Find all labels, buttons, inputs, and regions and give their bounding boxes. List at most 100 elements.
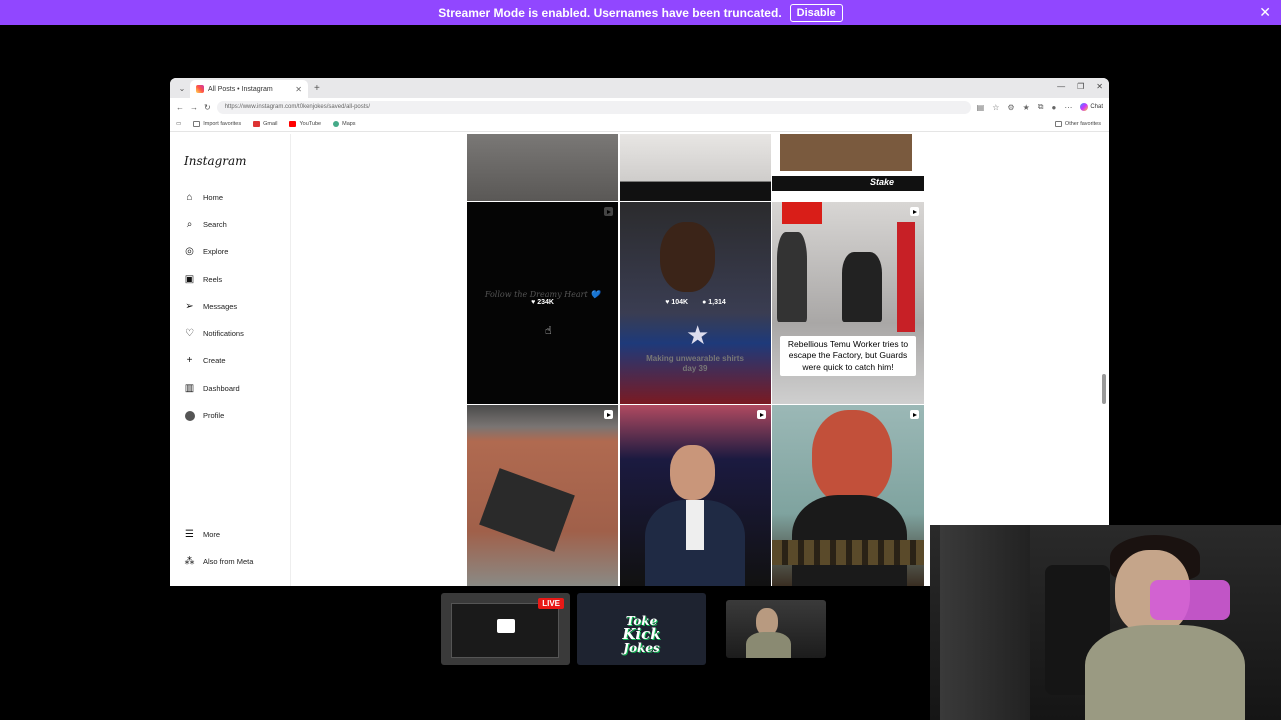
nav-create[interactable]: + Create xyxy=(184,355,226,366)
instagram-page: Instagram ⌂ Home ⌕ Search ◎ Explore ▣ Reels … xyxy=(170,134,1109,586)
favorites-icon[interactable]: ★ xyxy=(1023,103,1030,112)
instagram-logo[interactable]: Instagram xyxy=(184,154,247,168)
post-stats: ♥ 234K xyxy=(467,299,618,306)
nav-notifications[interactable]: ♡ Notifications xyxy=(184,328,244,339)
nav-label: Profile xyxy=(203,411,225,420)
maps-icon xyxy=(333,120,340,127)
menu-icon[interactable]: ⋯ xyxy=(1064,103,1072,112)
window-controls: — ❐ ✕ xyxy=(1057,82,1103,91)
banner-message: Streamer Mode is enabled. Usernames have… xyxy=(438,5,782,20)
like-count: ♥ 104K xyxy=(665,299,689,306)
nav-profile[interactable]: Profile xyxy=(184,410,224,421)
nav-also-from-meta[interactable]: ⁂ Also from Meta xyxy=(184,556,254,567)
nav-more[interactable]: ☰ More xyxy=(184,529,220,540)
collections-icon[interactable]: ⧉ xyxy=(1038,102,1044,112)
close-icon[interactable]: ✕ xyxy=(1259,4,1271,21)
nav-messages[interactable]: ➢ Messages xyxy=(184,301,237,312)
back-icon[interactable]: ← xyxy=(176,103,184,112)
nav-label: More xyxy=(203,530,221,539)
nav-dashboard[interactable]: ▥ Dashboard xyxy=(184,383,240,394)
url-text: https://www.instagram.com/t0kenjokes/sav… xyxy=(224,104,371,110)
nav-home[interactable]: ⌂ Home xyxy=(184,192,223,203)
post-tile[interactable]: Stake xyxy=(772,134,924,191)
webcam-overlay xyxy=(930,525,1281,720)
messages-icon: ➢ xyxy=(185,301,194,312)
explore-icon: ◎ xyxy=(185,246,194,257)
nav-label: Dashboard xyxy=(203,384,240,393)
post-image xyxy=(812,410,892,505)
refresh-icon[interactable]: ↻ xyxy=(204,103,211,112)
nav-explore[interactable]: ◎ Explore xyxy=(184,246,228,257)
bookmark-label: Import favorites xyxy=(203,120,242,127)
extensions-icon[interactable]: ⚙ xyxy=(1007,103,1014,112)
post-banner: Stake xyxy=(772,176,924,191)
restore-icon[interactable]: ❐ xyxy=(1077,82,1084,91)
post-tile[interactable] xyxy=(772,405,924,586)
profile-icon[interactable]: ● xyxy=(1051,103,1056,112)
toolbar-icons: ▤ ☆ ⚙ ★ ⧉ ● ⋯ Chat xyxy=(977,102,1103,112)
toke-kick-jokes-logo: Toke Kick Jokes xyxy=(577,615,706,654)
folder-icon xyxy=(1054,120,1062,127)
post-tile[interactable]: ♥ 104K ● 1,314 Making unwearable shirts … xyxy=(620,202,771,404)
bookmark-youtube[interactable]: YouTube xyxy=(289,120,321,127)
tab-close-icon[interactable]: ✕ xyxy=(295,85,302,94)
favorite-star-icon[interactable]: ☆ xyxy=(992,103,999,112)
minimize-icon[interactable]: — xyxy=(1057,82,1065,91)
copilot-label: Chat xyxy=(1090,104,1103,110)
post-caption: Making unwearable shirts day 39 xyxy=(646,354,744,374)
mouse-cursor-icon: ☝ xyxy=(545,325,552,337)
scene-thumbnail-webcam[interactable] xyxy=(726,600,826,658)
disable-streamer-mode-button[interactable]: Disable xyxy=(789,3,843,22)
bookmark-label: Maps xyxy=(342,120,356,127)
reel-icon xyxy=(757,410,766,419)
post-tile[interactable]: Rebellious Temu Worker tries to escape t… xyxy=(772,202,924,404)
nav-label: Create xyxy=(203,356,226,365)
scene-thumbnail-logo[interactable]: Toke Kick Jokes xyxy=(577,593,706,665)
address-bar-row: ← → ↻ https://www.instagram.com/t0kenjok… xyxy=(170,98,1109,116)
reader-icon[interactable]: ▤ xyxy=(977,103,985,112)
nav-label: Explore xyxy=(203,247,229,256)
nav-search[interactable]: ⌕ Search xyxy=(184,219,227,230)
nav-label: Search xyxy=(203,220,227,229)
post-tile[interactable]: Follow the Dreamy Heart 💙 ♥ 234K ☝ xyxy=(467,202,618,404)
nav-label: Messages xyxy=(203,302,238,311)
sidebar-toggle-icon[interactable]: ▭ xyxy=(176,121,181,127)
like-value: 234K xyxy=(537,299,554,306)
tab-instagram[interactable]: All Posts • Instagram ✕ xyxy=(190,80,308,98)
comment-count: ● 1,314 xyxy=(702,299,726,306)
new-tab-icon[interactable]: + xyxy=(314,83,320,94)
bookmark-gmail[interactable]: Gmail xyxy=(253,120,277,127)
reels-icon: ▣ xyxy=(184,274,195,285)
nav-reels[interactable]: ▣ Reels xyxy=(184,274,222,285)
other-favorites[interactable]: Other favorites xyxy=(1054,120,1101,127)
copilot-button[interactable]: Chat xyxy=(1080,103,1103,111)
post-image xyxy=(660,222,715,292)
post-caption: Rebellious Temu Worker tries to escape t… xyxy=(780,336,916,377)
search-icon: ⌕ xyxy=(186,219,193,230)
plus-icon: + xyxy=(186,355,193,366)
post-image xyxy=(842,252,882,322)
post-tile[interactable] xyxy=(620,134,771,201)
logo-line: Kick xyxy=(622,625,661,643)
post-image xyxy=(772,540,924,565)
post-tile[interactable] xyxy=(467,134,618,201)
url-field[interactable]: https://www.instagram.com/t0kenjokes/sav… xyxy=(216,100,971,114)
stream-canvas: Streamer Mode is enabled. Usernames have… xyxy=(0,0,1281,720)
bookmark-import-favorites[interactable]: Import favorites xyxy=(193,120,242,127)
gmail-icon xyxy=(253,120,261,127)
post-image xyxy=(686,500,704,550)
post-tile[interactable] xyxy=(620,405,771,586)
bookmark-maps[interactable]: Maps xyxy=(333,120,356,127)
tab-actions-chevron-icon[interactable]: ⌄ xyxy=(174,84,190,93)
browser-window: ⌄ All Posts • Instagram ✕ + — ❐ ✕ ← → ↻ … xyxy=(170,78,1109,586)
avatar-icon xyxy=(184,410,195,421)
post-stats: ♥ 104K ● 1,314 xyxy=(620,299,771,306)
tab-bar: ⌄ All Posts • Instagram ✕ + — ❐ ✕ xyxy=(170,78,1109,98)
copilot-icon xyxy=(1080,103,1089,111)
logo-line: Jokes xyxy=(623,641,660,655)
window-close-icon[interactable]: ✕ xyxy=(1096,82,1103,91)
forward-icon[interactable]: → xyxy=(190,103,198,112)
scene-thumbnail-live[interactable]: LIVE xyxy=(441,593,570,665)
post-tile[interactable] xyxy=(467,405,618,586)
page-scrollbar[interactable] xyxy=(1102,374,1106,404)
